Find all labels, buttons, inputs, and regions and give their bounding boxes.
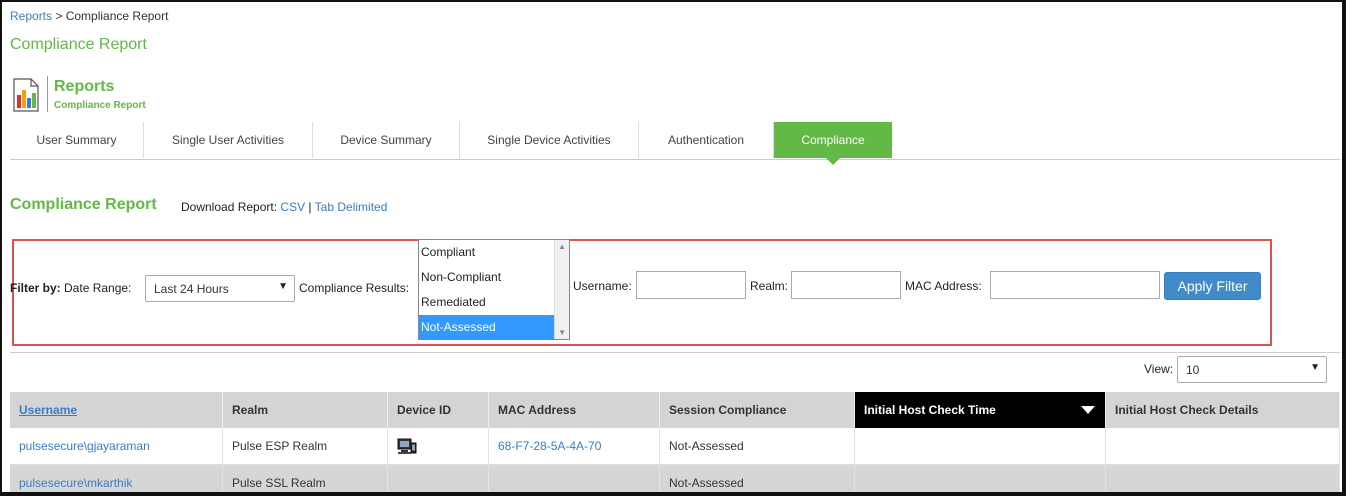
header-realm[interactable]: Realm bbox=[223, 392, 388, 428]
row-device-id bbox=[388, 465, 489, 492]
row-realm: Pulse SSL Realm bbox=[223, 465, 388, 492]
download-tab-delimited-link[interactable]: Tab Delimited bbox=[315, 200, 388, 214]
mac-address-label: MAC Address: bbox=[905, 279, 982, 293]
view-count-value: 10 bbox=[1186, 363, 1200, 377]
filter-by-row: Filter by: Date Range: bbox=[10, 281, 131, 295]
header-device-id[interactable]: Device ID bbox=[388, 392, 489, 428]
compliance-option-non-compliant[interactable]: Non-Compliant bbox=[419, 265, 555, 290]
header-initial-host-check-details[interactable]: Initial Host Check Details bbox=[1106, 392, 1340, 428]
row-device-id bbox=[388, 428, 489, 464]
breadcrumb-current: Compliance Report bbox=[65, 9, 169, 23]
download-label: Download Report: bbox=[181, 200, 278, 214]
row-mac-address: 68-F7-28-5A-4A-70 bbox=[489, 428, 660, 464]
download-divider: | bbox=[305, 200, 315, 214]
header-initial-host-check-time[interactable]: Initial Host Check Time bbox=[855, 392, 1106, 428]
tab-authentication[interactable]: Authentication bbox=[639, 122, 774, 158]
tab-single-device-activities[interactable]: Single Device Activities bbox=[460, 122, 639, 158]
row-session-compliance: Not-Assessed bbox=[660, 428, 855, 464]
section-subtitle: Compliance Report bbox=[54, 100, 146, 111]
download-csv-link[interactable]: CSV bbox=[280, 200, 305, 214]
realm-label: Realm: bbox=[750, 279, 789, 293]
row-mac-address bbox=[489, 465, 660, 492]
date-range-value: Last 24 Hours bbox=[154, 282, 229, 296]
app-frame: Reports > Compliance Report Compliance R… bbox=[0, 0, 1346, 496]
header-mac-address[interactable]: MAC Address bbox=[489, 392, 660, 428]
breadcrumb: Reports > Compliance Report bbox=[10, 9, 168, 23]
chevron-down-icon: ▼ bbox=[278, 281, 288, 292]
scroll-up-icon[interactable]: ▲ bbox=[558, 242, 566, 251]
row-initial-host-check-details bbox=[1106, 465, 1340, 492]
tab-device-summary[interactable]: Device Summary bbox=[313, 122, 460, 158]
row-initial-host-check-details bbox=[1106, 428, 1340, 464]
row-initial-host-check-time bbox=[855, 465, 1106, 492]
download-report: Download Report: CSV | Tab Delimited bbox=[181, 200, 387, 214]
report-title: Compliance Report bbox=[10, 196, 157, 213]
breadcrumb-separator: > bbox=[52, 9, 66, 23]
table-row: pulsesecure\gjayaraman Pulse ESP Realm 6… bbox=[10, 428, 1340, 465]
table-row: pulsesecure\mkarthik Pulse SSL Realm Not… bbox=[10, 465, 1340, 492]
compliance-option-not-assessed[interactable]: Not-Assessed bbox=[419, 315, 555, 339]
date-range-select[interactable]: Last 24 Hours ▼ bbox=[145, 275, 295, 302]
apply-filter-button[interactable]: Apply Filter bbox=[1164, 272, 1261, 300]
date-range-label: Date Range: bbox=[64, 281, 132, 295]
row-username: pulsesecure\mkarthik bbox=[10, 465, 223, 492]
sort-descending-icon[interactable] bbox=[1081, 406, 1095, 414]
chevron-down-icon: ▼ bbox=[1310, 362, 1320, 373]
compliance-results-label: Compliance Results: bbox=[299, 281, 410, 295]
mac-address-link[interactable]: 68-F7-28-5A-4A-70 bbox=[498, 439, 601, 453]
header-username[interactable]: Username bbox=[10, 392, 223, 428]
compliance-option-compliant[interactable]: Compliant bbox=[419, 240, 555, 265]
filter-by-label: Filter by: bbox=[10, 281, 61, 295]
row-initial-host-check-time bbox=[855, 428, 1106, 464]
tab-compliance[interactable]: Compliance bbox=[774, 122, 892, 165]
report-tabs: User Summary Single User Activities Devi… bbox=[10, 122, 1340, 165]
section-divider bbox=[47, 76, 48, 112]
row-session-compliance: Not-Assessed bbox=[660, 465, 855, 492]
scroll-down-icon[interactable]: ▼ bbox=[558, 328, 566, 337]
tab-single-user-activities[interactable]: Single User Activities bbox=[144, 122, 313, 158]
username-link[interactable]: pulsesecure\mkarthik bbox=[19, 476, 132, 490]
tab-user-summary[interactable]: User Summary bbox=[10, 122, 144, 158]
row-username: pulsesecure\gjayaraman bbox=[10, 428, 223, 464]
device-icon[interactable] bbox=[397, 437, 417, 455]
view-label: View: bbox=[1144, 362, 1174, 376]
table-header-row: Username Realm Device ID MAC Address Ses… bbox=[10, 392, 1340, 428]
username-label: Username: bbox=[573, 279, 632, 293]
page-title: Compliance Report bbox=[10, 36, 147, 53]
header-session-compliance[interactable]: Session Compliance bbox=[660, 392, 855, 428]
compliance-results-listbox[interactable]: Compliant Non-Compliant Remediated Not-A… bbox=[418, 239, 570, 340]
compliance-option-remediated[interactable]: Remediated bbox=[419, 290, 555, 315]
header-initial-host-check-time-label: Initial Host Check Time bbox=[864, 403, 996, 417]
breadcrumb-reports-link[interactable]: Reports bbox=[10, 9, 52, 23]
mac-address-input[interactable] bbox=[990, 271, 1160, 299]
section-title: Reports bbox=[54, 78, 115, 95]
view-count-select[interactable]: 10 ▼ bbox=[1177, 356, 1327, 383]
divider bbox=[10, 352, 1340, 353]
reports-chart-icon bbox=[13, 78, 39, 112]
username-input[interactable] bbox=[636, 271, 746, 299]
row-realm: Pulse ESP Realm bbox=[223, 428, 388, 464]
listbox-scrollbar[interactable]: ▲ ▼ bbox=[554, 240, 569, 339]
realm-input[interactable] bbox=[791, 271, 901, 299]
username-link[interactable]: pulsesecure\gjayaraman bbox=[19, 439, 150, 453]
